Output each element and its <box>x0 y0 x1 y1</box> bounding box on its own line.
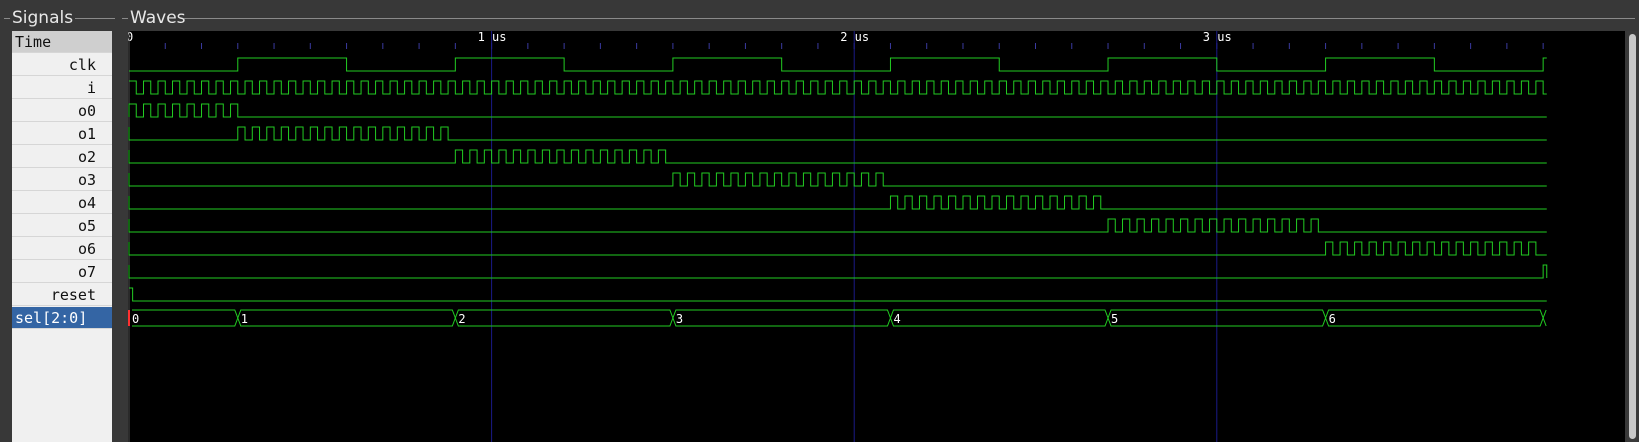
panel-splitter[interactable] <box>112 31 128 442</box>
bus-sel-next <box>1542 309 1547 327</box>
time-tick-label: 3 us <box>1203 31 1232 44</box>
waves-panel-title: Waves <box>128 8 188 28</box>
signal-o4[interactable]: o4 <box>12 192 112 214</box>
signal-o3[interactable]: o3 <box>12 169 112 191</box>
bus-sel-segment <box>889 309 1109 327</box>
signal-i[interactable]: i <box>12 77 112 99</box>
trace-reset <box>129 287 1547 302</box>
signal-time[interactable]: Time <box>12 31 112 53</box>
trace-o2 <box>128 149 1547 164</box>
signal-o5[interactable]: o5 <box>12 215 112 237</box>
signal-reset[interactable]: reset <box>12 284 112 306</box>
trace-o4 <box>128 195 1547 210</box>
waveform-svg: 01 us 2 us 3 us0 1 2 3 4 5 6 <box>128 31 1548 442</box>
bus-sel-segment <box>1325 309 1544 327</box>
bus-sel-value: 5 <box>1111 312 1118 326</box>
signal-clk[interactable]: clk <box>12 54 112 76</box>
time-tick-label: 2 us <box>840 31 869 44</box>
bus-sel-value: 4 <box>893 312 900 326</box>
signal-sel[interactable]: sel[2:0] <box>12 307 112 329</box>
trace-o7 <box>128 264 1548 279</box>
waveform-viewer[interactable]: 01 us 2 us 3 us 0 1 2 3 4 5 6 <box>128 31 1625 442</box>
bus-sel-value: 3 <box>676 312 683 326</box>
trace-i <box>129 80 1547 95</box>
bus-sel-segment <box>454 309 674 327</box>
trace-o1 <box>128 126 1547 141</box>
bus-sel-value: 1 <box>241 312 248 326</box>
trace-o0 <box>128 103 1547 118</box>
trace-clk <box>129 57 1547 72</box>
trace-o3 <box>128 172 1547 187</box>
time-tick-label: 1 us <box>478 31 507 44</box>
signals-frame-line-right <box>75 18 115 19</box>
signal-o0[interactable]: o0 <box>12 100 112 122</box>
signals-panel[interactable]: Time clk i o0 o1 o2 o3 o4 o5 o6 o7 reset… <box>12 31 112 442</box>
scrollbar-thumb[interactable] <box>1629 34 1636 439</box>
signal-o2[interactable]: o2 <box>12 146 112 168</box>
waves-frame-line-right <box>184 18 1635 19</box>
trace-o6 <box>128 241 1547 256</box>
bus-sel-segment <box>132 309 239 327</box>
bus-sel-value: 2 <box>458 312 465 326</box>
trace-o5 <box>128 218 1547 233</box>
bus-sel-segment <box>237 309 456 327</box>
bus-sel-value: 6 <box>1329 312 1336 326</box>
signals-panel-title: Signals <box>10 8 76 28</box>
signal-o6[interactable]: o6 <box>12 238 112 260</box>
bus-sel-segment <box>672 309 891 327</box>
bus-sel-value: 0 <box>132 312 139 326</box>
signal-o7[interactable]: o7 <box>12 261 112 283</box>
signal-o1[interactable]: o1 <box>12 123 112 145</box>
